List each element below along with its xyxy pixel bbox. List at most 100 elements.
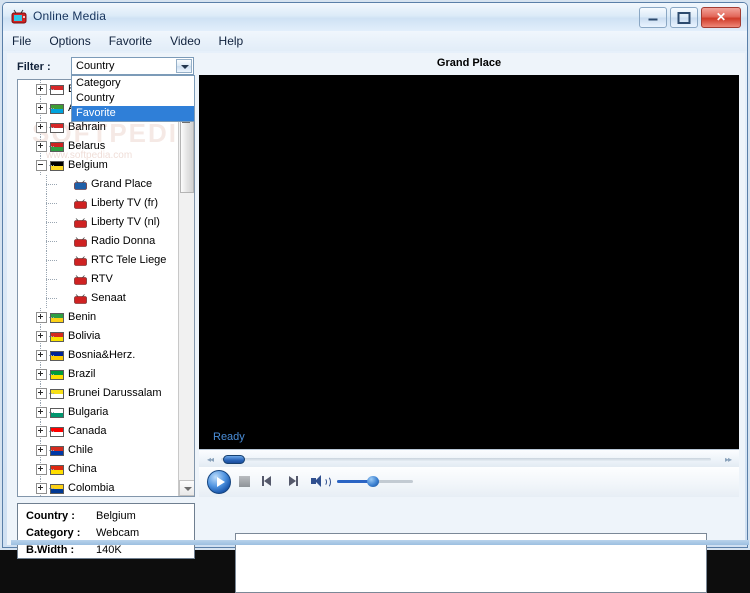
tree-connector-line (49, 165, 55, 166)
collapse-node-icon[interactable] (36, 160, 47, 171)
expand-node-icon[interactable] (36, 483, 47, 494)
expand-node-icon[interactable] (36, 445, 47, 456)
tree-node-label: Bulgaria (68, 406, 109, 418)
tree-scrollbar[interactable] (178, 80, 194, 496)
tree-node-label: Grand Place (91, 178, 153, 190)
dropdown-option-favorite[interactable]: Favorite (72, 106, 194, 121)
tree-connector-line (49, 374, 55, 375)
tree-connector-line (49, 450, 55, 451)
tree-country-node[interactable]: Colombia (18, 479, 179, 496)
tree-node-label: Brazil (68, 368, 96, 380)
volume-thumb[interactable] (367, 476, 379, 487)
info-label-bandwidth: B.Width : (26, 544, 75, 556)
expand-node-icon[interactable] (36, 407, 47, 418)
fast-forward-icon[interactable]: ▸▸ (725, 455, 732, 464)
tree-country-node[interactable]: Benin (18, 308, 179, 327)
tree-connector-line (49, 89, 55, 90)
tree-node-label: Liberty TV (fr) (91, 197, 159, 209)
video-surface[interactable] (199, 75, 739, 427)
expand-node-icon[interactable] (36, 464, 47, 475)
tree-connector-line (46, 203, 57, 204)
expand-node-icon[interactable] (36, 312, 47, 323)
tree-connector-line (49, 108, 55, 109)
tree-node-label: Bosnia&Herz. (68, 349, 136, 361)
previous-button[interactable] (261, 475, 275, 487)
dropdown-option-country[interactable]: Country (72, 91, 194, 106)
seek-track[interactable] (221, 458, 711, 461)
tree-connector-line (49, 336, 55, 337)
tree-node-label: Benin (68, 311, 97, 323)
player-status: Ready (213, 431, 245, 443)
play-button[interactable] (207, 470, 231, 494)
tree-node-label: Colombia (68, 482, 115, 494)
tree-country-node[interactable]: Canada (18, 422, 179, 441)
tree-country-node[interactable]: Chile (18, 441, 179, 460)
tree-child-node[interactable]: Liberty TV (nl) (18, 213, 179, 232)
tree-connector-line (46, 279, 57, 280)
maximize-button[interactable] (670, 7, 698, 28)
tree-country-node[interactable]: Brazil (18, 365, 179, 384)
menu-item-help[interactable]: Help (210, 32, 253, 50)
scroll-down-button[interactable] (179, 480, 194, 496)
stop-button[interactable] (239, 476, 250, 487)
next-button[interactable] (285, 475, 299, 487)
filter-combobox[interactable]: Country (71, 57, 194, 75)
tree-country-node[interactable]: Bulgaria (18, 403, 179, 422)
menu-item-options[interactable]: Options (40, 32, 99, 50)
tree-node-list: BahrainAzerbaijanBahrainBelarusBelgiumGr… (18, 80, 179, 496)
expand-node-icon[interactable] (36, 350, 47, 361)
video-player[interactable]: Ready ◂◂ ▸▸ (199, 75, 739, 497)
tree-child-node[interactable]: RTV (18, 270, 179, 289)
tree-node-label: Radio Donna (91, 235, 156, 247)
tree-child-node[interactable]: Grand Place (18, 175, 179, 194)
expand-node-icon[interactable] (36, 331, 47, 342)
country-tree[interactable]: SOFTPEDIA www.softpedia.com BahrainAzerb… (17, 79, 195, 497)
tree-country-node[interactable]: Belgium (18, 156, 179, 175)
player-controls (199, 467, 739, 497)
tree-child-node[interactable]: Radio Donna (18, 232, 179, 251)
webcam-icon (74, 179, 87, 190)
close-button[interactable]: ✕ (701, 7, 741, 28)
tree-country-node[interactable]: Brunei Darussalam (18, 384, 179, 403)
info-panel: Country : Belgium Category : Webcam B.Wi… (17, 503, 195, 559)
seek-bar[interactable]: ◂◂ ▸▸ (199, 449, 739, 467)
volume-icon[interactable] (311, 475, 331, 488)
tree-country-node[interactable]: Belarus (18, 137, 179, 156)
menu-item-file[interactable]: File (3, 32, 40, 50)
window-controls: ✕ (639, 7, 741, 28)
tree-child-node[interactable]: RTC Tele Liege (18, 251, 179, 270)
window-frame: Online Media ✕ File Options Favorite Vid… (2, 2, 749, 593)
expand-node-icon[interactable] (36, 388, 47, 399)
filter-dropdown-list[interactable]: Category Country Favorite (71, 75, 195, 122)
expand-node-icon[interactable] (36, 426, 47, 437)
tv-icon (74, 274, 87, 285)
tree-country-node[interactable]: Bosnia&Herz. (18, 346, 179, 365)
info-value-category: Webcam (96, 527, 140, 539)
tree-country-node[interactable]: China (18, 460, 179, 479)
info-value-bandwidth: 140K (96, 544, 122, 556)
chevron-down-icon[interactable] (176, 59, 192, 73)
tree-child-node[interactable]: Senaat (18, 289, 179, 308)
tree-connector-line (49, 431, 55, 432)
tree-child-node[interactable]: Liberty TV (fr) (18, 194, 179, 213)
tree-node-label: RTV (91, 273, 113, 285)
seek-thumb[interactable] (223, 455, 245, 464)
tree-node-label: Belarus (68, 140, 106, 152)
rewind-icon[interactable]: ◂◂ (207, 455, 214, 464)
expand-node-icon[interactable] (36, 103, 47, 114)
minimize-button[interactable] (639, 7, 667, 28)
expand-node-icon[interactable] (36, 141, 47, 152)
info-label-country: Country : (26, 510, 75, 522)
menu-item-video[interactable]: Video (161, 32, 209, 50)
menu-item-favorite[interactable]: Favorite (100, 32, 161, 50)
expand-node-icon[interactable] (36, 84, 47, 95)
stream-title: Grand Place (436, 57, 502, 69)
expand-node-icon[interactable] (36, 122, 47, 133)
tree-connector-line (49, 146, 55, 147)
tree-node-label: Canada (68, 425, 107, 437)
tree-country-node[interactable]: Bolivia (18, 327, 179, 346)
tree-connector-line (46, 184, 57, 185)
dropdown-option-category[interactable]: Category (72, 76, 194, 91)
filter-label: Filter : (17, 61, 51, 73)
expand-node-icon[interactable] (36, 369, 47, 380)
